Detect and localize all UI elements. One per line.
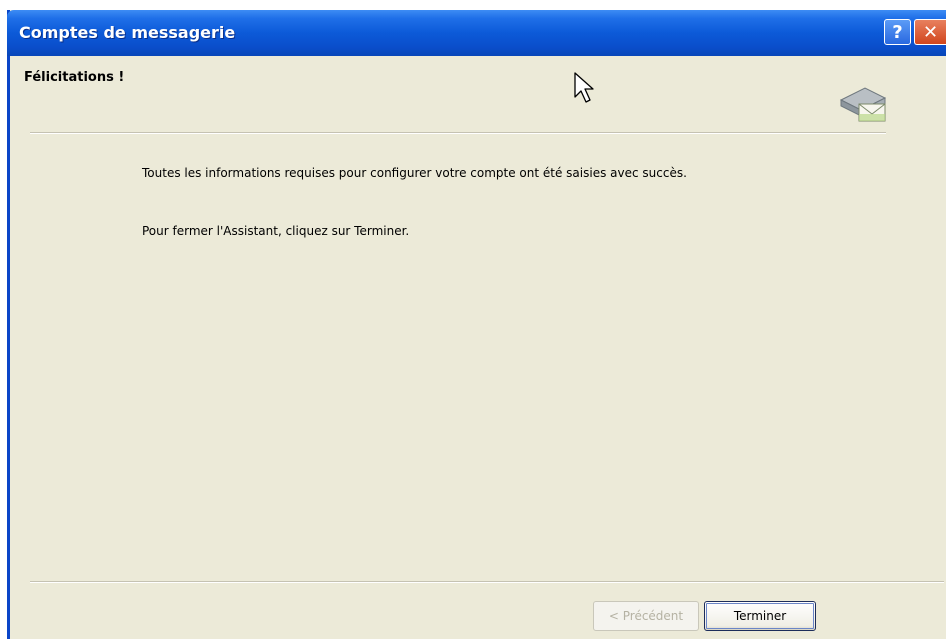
- help-button[interactable]: ?: [884, 19, 911, 45]
- footer-divider: [30, 581, 944, 583]
- page-title: Félicitations !: [24, 70, 125, 85]
- close-instruction: Pour fermer l'Assistant, cliquez sur Ter…: [142, 224, 410, 238]
- previous-button[interactable]: < Précédent: [593, 601, 699, 631]
- window-title: Comptes de messagerie: [19, 23, 236, 42]
- wizard-window: Comptes de messagerie ? ✕ Félicitations …: [7, 10, 946, 639]
- finish-button[interactable]: Terminer: [704, 601, 816, 631]
- header-divider: [30, 132, 886, 134]
- title-bar[interactable]: Comptes de messagerie ? ✕: [7, 10, 946, 56]
- mouse-cursor-icon: [574, 72, 594, 103]
- success-message: Toutes les informations requises pour co…: [142, 166, 687, 180]
- mail-drive-icon: [839, 87, 887, 122]
- close-button[interactable]: ✕: [914, 19, 946, 45]
